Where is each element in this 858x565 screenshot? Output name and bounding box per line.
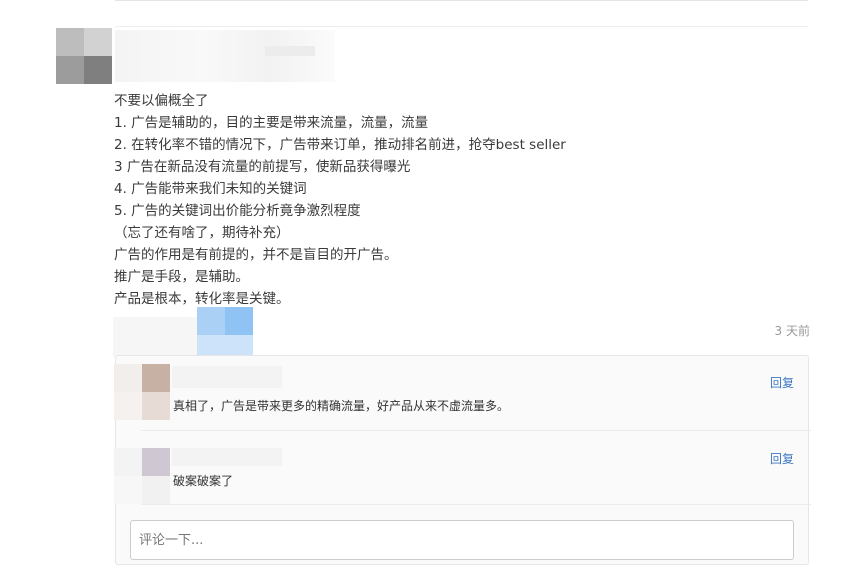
post-line: 4. 广告能带来我们未知的关键词 (114, 181, 307, 197)
comment-divider (141, 504, 811, 505)
top-divider (115, 0, 808, 1)
reply-button[interactable]: 回复 (770, 374, 794, 391)
comment-item: 回复 破案破案了 (114, 432, 808, 508)
comment-item: 回复 真相了，广告是带来更多的精确流量，好产品从来不虚流量多。 (114, 356, 808, 432)
comment-text: 真相了，广告是带来更多的精确流量，好产品从来不虚流量多。 (173, 399, 510, 413)
post-timestamp: 3 天前 (774, 324, 810, 338)
post-body: 不要以偏概全了 1. 广告是辅助的，目的主要是带来流量，流量，流量 2. 在转化… (114, 90, 814, 310)
post-line: 推广是手段，是辅助。 (114, 269, 249, 285)
post-line: 广告的作用是有前提的，并不是盲目的开广告。 (114, 247, 398, 263)
post-line: 2. 在转化率不错的情况下，广告带来订单，推动排名前进，抢夺best selle… (114, 137, 566, 153)
post-line: 3 广告在新品没有流量的前提写，使新品获得曝光 (114, 159, 411, 175)
comment-text: 破案破案了 (173, 474, 234, 488)
commenter-name-redacted (172, 448, 282, 466)
author-name-redacted (115, 30, 335, 82)
author-avatar[interactable] (56, 28, 112, 84)
commenter-avatar[interactable] (114, 364, 170, 420)
post-line: （忘了还有啥了，期待补充） (114, 225, 290, 241)
comment-divider (141, 430, 811, 431)
comment-input[interactable] (130, 520, 794, 560)
top-divider-2 (115, 26, 808, 27)
commenter-name-redacted (172, 366, 282, 388)
post-line: 不要以偏概全了 (114, 93, 209, 109)
post-line: 1. 广告是辅助的，目的主要是带来流量，流量，流量 (114, 115, 429, 131)
reply-button[interactable]: 回复 (770, 450, 794, 467)
commenter-avatar[interactable] (114, 448, 170, 504)
post-line: 5. 广告的关键词出价能分析竟争激烈程度 (114, 203, 361, 219)
